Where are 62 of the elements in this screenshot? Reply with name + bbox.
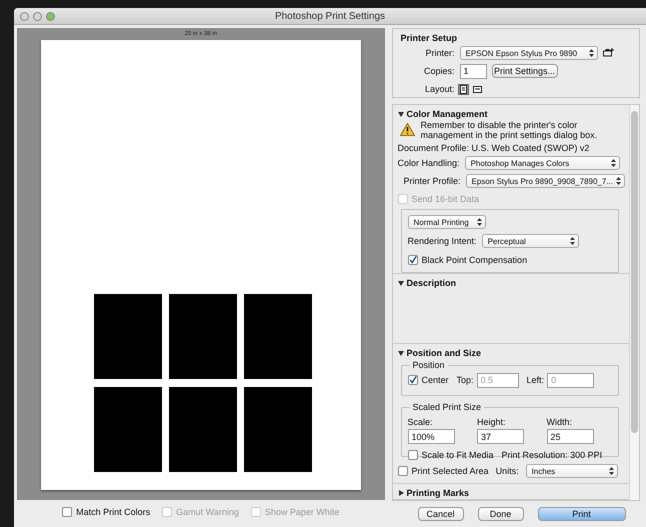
window-title: Photoshop Print Settings (274, 10, 386, 22)
field-label: Layout: (424, 84, 455, 94)
field-label: Copies: (423, 66, 455, 76)
group-title: Position (410, 360, 448, 370)
checkmark-icon (408, 255, 417, 265)
field-label: Units: (496, 466, 519, 476)
print-settings-button[interactable]: Print Settings... (492, 64, 558, 78)
print-resolution-text: Print Resolution: 300 PPI (502, 450, 602, 460)
warning-text: Remember to disable the printer's color management in the print settings dialog box. (420, 120, 598, 140)
checkbox[interactable]: Black Point Compensation (408, 255, 528, 265)
dialog-button[interactable]: Done (478, 507, 524, 521)
disclosure-open-icon[interactable] (398, 280, 404, 286)
units-select[interactable]: Inches (526, 464, 618, 478)
field-label: Rendering Intent: (408, 236, 477, 246)
dialog-button[interactable]: Cancel (418, 507, 464, 521)
stepper-arrows-icon (570, 237, 575, 245)
minimize-button[interactable] (33, 12, 42, 20)
printer-select[interactable]: EPSON Epson Stylus Pro 9890 (460, 46, 598, 60)
copies-field[interactable]: 1 (460, 64, 487, 78)
stepper-arrows-icon (616, 177, 621, 185)
disclosure-open-icon[interactable] (398, 350, 404, 356)
portrait-layout-icon[interactable] (458, 84, 469, 94)
field-label: Left: (526, 375, 544, 386)
disclosure-open-icon[interactable] (398, 111, 404, 117)
print-mode-select[interactable]: Normal Printing (408, 215, 486, 229)
stepper-arrows-icon (476, 218, 482, 226)
zoom-button[interactable] (46, 12, 55, 20)
height-field[interactable]: 37 (477, 429, 524, 444)
stepper-arrows-icon (588, 49, 594, 57)
field-label: Width: (546, 417, 574, 428)
field-label: Printer Profile: (404, 176, 461, 186)
disclosure-closed-icon[interactable] (398, 490, 404, 496)
field-label: Height: (477, 417, 507, 428)
close-button[interactable] (20, 12, 29, 20)
scale-field[interactable]: 100% (408, 429, 455, 444)
field-label: Color Handling: (398, 158, 460, 168)
field-label: Top: (456, 375, 474, 386)
warning-icon (400, 123, 415, 136)
scrollbar[interactable] (629, 105, 639, 500)
section-title: Color Management (406, 109, 488, 119)
printer-icon[interactable] (602, 48, 614, 58)
stepper-arrows-icon (610, 159, 616, 167)
checkbox[interactable]: Scale to Fit Media (408, 450, 494, 460)
landscape-layout-icon[interactable] (472, 84, 483, 94)
printer-profile-select[interactable]: Epson Stylus Pro 9890_9908_7890_7... (466, 174, 625, 188)
default-button[interactable]: Print (538, 507, 626, 521)
field-label: Scale: (408, 417, 434, 428)
section-title: Printing Marks (406, 488, 470, 498)
stepper-arrows-icon (608, 467, 614, 476)
checkmark-icon (408, 375, 417, 386)
width-field[interactable]: 25 (546, 429, 594, 444)
checkbox[interactable]: Match Print Colors (62, 507, 150, 517)
field-label: Printer: (424, 48, 455, 58)
rendering-intent-select[interactable]: Perceptual (482, 234, 579, 248)
color-handling-select[interactable]: Photoshop Manages Colors (464, 156, 620, 170)
group-title: Scaled Print Size (410, 402, 484, 412)
section-title: Position and Size (406, 348, 482, 358)
document-profile-text: Document Profile: U.S. Web Coated (SWOP) v2 (398, 143, 590, 153)
section-title: Printer Setup (400, 33, 458, 43)
section-title: Description (406, 278, 456, 288)
checkbox[interactable]: Center (408, 375, 449, 386)
checkbox[interactable]: Print Selected Area (398, 466, 489, 476)
